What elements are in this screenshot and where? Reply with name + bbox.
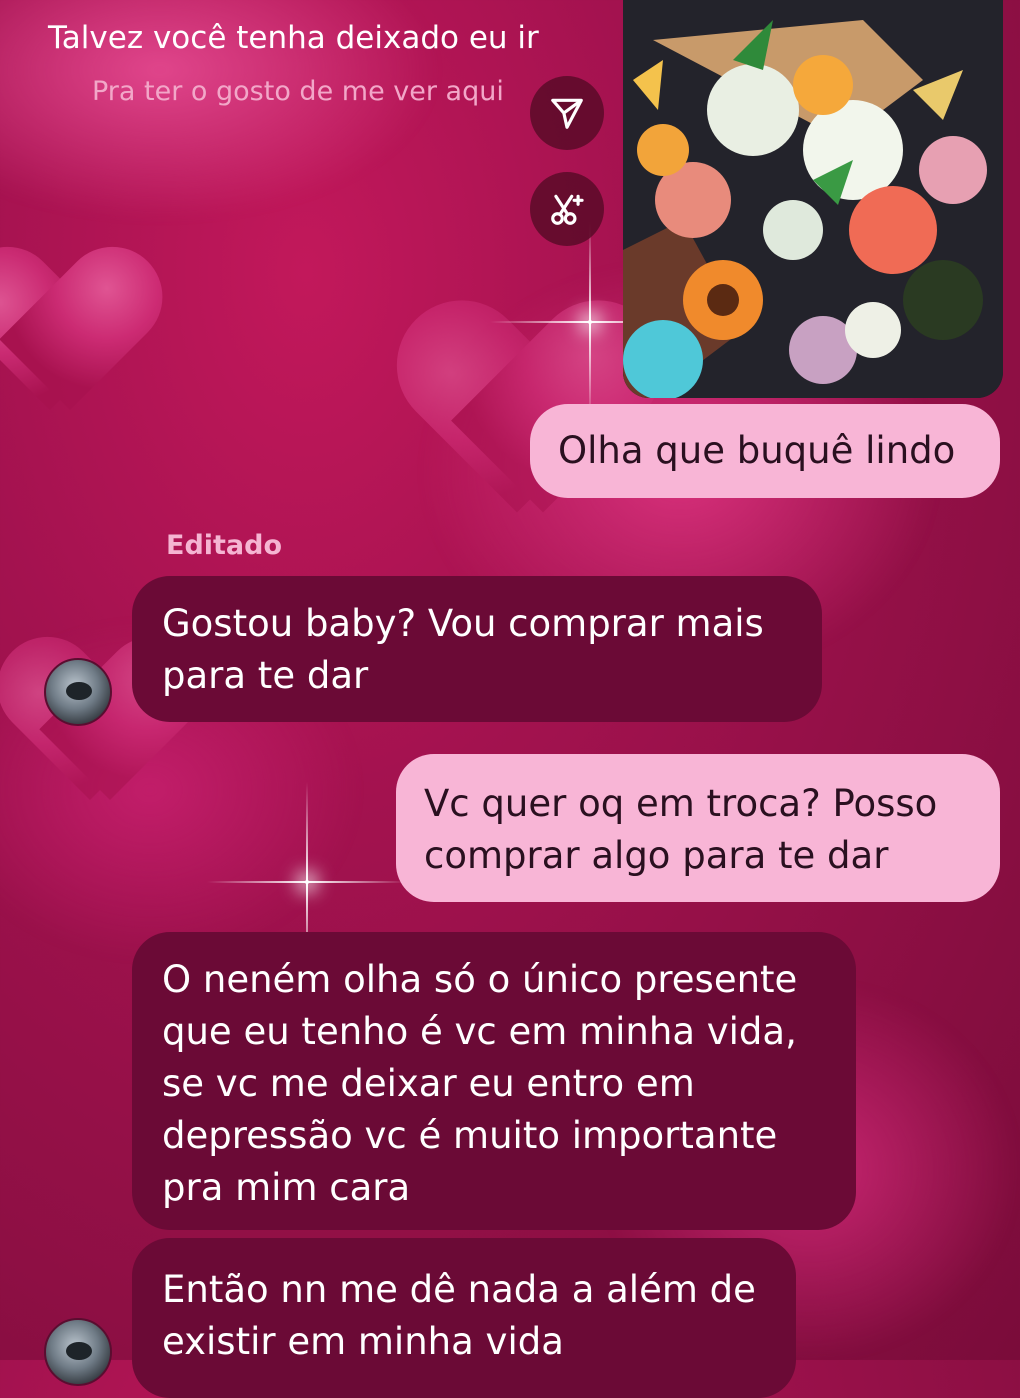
avatar[interactable] <box>44 658 112 726</box>
message-text-line: Então nn me dê nada a além de <box>162 1268 756 1311</box>
scissors-sparkle-icon <box>551 194 584 225</box>
message-bubble-incoming[interactable]: Então nn me dê nada a além de existir em… <box>132 1238 796 1398</box>
message-text-line: depressão vc é muito importante <box>162 1114 778 1157</box>
heart-decoration <box>0 250 150 420</box>
sparkle-decoration <box>207 782 407 982</box>
message-text-line: pra mim cara <box>162 1166 411 1209</box>
message-bubble-outgoing[interactable]: Olha que buquê lindo <box>530 404 1000 498</box>
now-playing-subtitle: Pra ter o gosto de me ver aqui <box>92 76 504 107</box>
message-bubble-outgoing[interactable]: Vc quer oq em troca? Posso comprar algo … <box>396 754 1000 902</box>
message-bubble-incoming[interactable]: O neném olha só o único presente que eu … <box>132 932 856 1230</box>
avatar[interactable] <box>44 1318 112 1386</box>
message-text-line: que eu tenho é vc em minha vida, <box>162 1010 797 1053</box>
message-text-line: Gostou baby? Vou comprar mais <box>162 602 764 645</box>
message-text: Olha que buquê lindo <box>558 429 956 472</box>
send-icon <box>551 98 583 129</box>
message-text-line: existir em minha vida <box>162 1320 564 1363</box>
message-text-line: para te dar <box>162 654 369 697</box>
remix-button[interactable] <box>530 172 604 246</box>
message-text-line: O neném olha só o único presente <box>162 958 798 1001</box>
message-text-line: se vc me deixar eu entro em <box>162 1062 695 1105</box>
bouquet-photo[interactable] <box>623 0 1003 398</box>
flower-bouquet-photo <box>623 0 1003 398</box>
message-bubble-incoming[interactable]: Gostou baby? Vou comprar mais para te da… <box>132 576 822 722</box>
edited-label: Editado <box>166 530 283 561</box>
message-text-line: Vc quer oq em troca? Posso <box>424 782 938 825</box>
message-text-line: comprar algo para te dar <box>424 834 889 877</box>
now-playing-title: Talvez você tenha deixado eu ir <box>48 20 539 56</box>
share-button[interactable] <box>530 76 604 150</box>
sparkle-decoration <box>490 222 690 422</box>
